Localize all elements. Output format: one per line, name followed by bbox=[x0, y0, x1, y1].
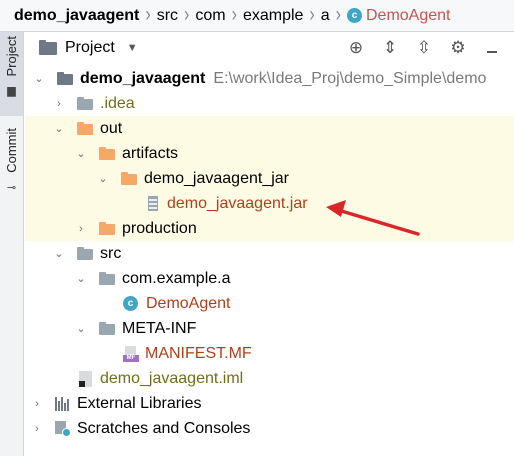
gear-icon[interactable]: ⚙ bbox=[448, 38, 468, 58]
breadcrumb-separator-icon: › bbox=[231, 3, 237, 26]
navigation-breadcrumb: demo_javaagent › src › com › example › a… bbox=[0, 0, 514, 32]
scratches-label: Scratches and Consoles bbox=[77, 419, 251, 437]
package-label: com.example.a bbox=[122, 269, 231, 287]
artifacts-label: artifacts bbox=[122, 144, 179, 162]
chevron-down-icon[interactable]: ⌄ bbox=[75, 322, 87, 335]
chevron-right-icon[interactable]: › bbox=[53, 98, 65, 110]
chevron-right-icon[interactable]: › bbox=[31, 423, 43, 435]
tree-node-artifact-dir[interactable]: ⌄ demo_javaagent_jar bbox=[25, 166, 514, 191]
production-label: production bbox=[122, 219, 197, 237]
chevron-right-icon[interactable]: › bbox=[75, 223, 87, 235]
src-label: src bbox=[100, 244, 122, 262]
tree-node-scratches[interactable]: › Scratches and Consoles bbox=[25, 416, 514, 441]
class-icon: c bbox=[123, 296, 138, 311]
class-icon: c bbox=[346, 7, 362, 23]
external-libraries-label: External Libraries bbox=[77, 394, 202, 412]
chevron-down-icon[interactable]: ⌄ bbox=[53, 122, 65, 135]
tree-node-root[interactable]: ⌄ demo_javaagent E:\work\Idea_Proj\demo_… bbox=[25, 66, 514, 91]
tree-node-out[interactable]: ⌄ out bbox=[25, 116, 514, 141]
scratches-icon bbox=[55, 420, 71, 437]
tree-node-iml[interactable]: demo_javaagent.iml bbox=[25, 366, 514, 391]
iml-label: demo_javaagent.iml bbox=[100, 369, 244, 387]
chevron-down-icon[interactable]: ⌄ bbox=[75, 147, 87, 160]
breadcrumb-com[interactable]: com bbox=[195, 7, 225, 25]
folder-icon: ▆ bbox=[7, 85, 16, 98]
breadcrumb-class[interactable]: c DemoAgent bbox=[346, 6, 451, 25]
chevron-right-icon[interactable]: › bbox=[31, 398, 43, 410]
tree-node-meta-inf[interactable]: ⌄ META-INF bbox=[25, 316, 514, 341]
commit-tool-tab[interactable]: Commit ⊸ bbox=[0, 124, 23, 204]
collapse-all-icon[interactable]: ⇳ bbox=[414, 38, 434, 58]
chevron-down-icon[interactable]: ⌄ bbox=[97, 172, 109, 185]
folder-icon bbox=[77, 97, 93, 110]
module-folder-icon bbox=[57, 72, 73, 85]
tree-node-jar[interactable]: demo_javaagent.jar bbox=[25, 191, 514, 216]
folder-icon bbox=[99, 322, 115, 335]
jar-label: demo_javaagent.jar bbox=[167, 194, 308, 212]
tree-node-package[interactable]: ⌄ com.example.a bbox=[25, 266, 514, 291]
breadcrumb-a[interactable]: a bbox=[321, 7, 330, 25]
breadcrumb-separator-icon: › bbox=[145, 3, 151, 26]
tree-node-idea[interactable]: › .idea bbox=[25, 91, 514, 116]
tool-window-strip: Project ▆ Commit ⊸ bbox=[0, 32, 24, 456]
breadcrumb-separator-icon: › bbox=[309, 3, 315, 26]
tree-node-production[interactable]: › production bbox=[25, 216, 514, 241]
out-label: out bbox=[100, 119, 123, 137]
package-icon bbox=[99, 272, 115, 285]
excluded-folder-icon bbox=[77, 122, 93, 135]
class-label: DemoAgent bbox=[146, 294, 231, 312]
chevron-down-icon[interactable]: ⌄ bbox=[33, 72, 45, 85]
folder-icon bbox=[77, 247, 93, 260]
tree-node-artifacts[interactable]: ⌄ artifacts bbox=[25, 141, 514, 166]
breadcrumb-project[interactable]: demo_javaagent bbox=[14, 7, 139, 25]
library-icon bbox=[55, 396, 71, 411]
breadcrumb-class-label: DemoAgent bbox=[365, 6, 451, 24]
expand-all-icon[interactable]: ⇕ bbox=[380, 38, 400, 58]
meta-inf-label: META-INF bbox=[122, 319, 197, 337]
panel-toolbar: ⊕ ⇕ ⇳ ⚙ bbox=[346, 32, 502, 64]
excluded-folder-icon bbox=[121, 172, 137, 185]
breadcrumb-separator-icon: › bbox=[184, 3, 190, 26]
manifest-file-icon: MF bbox=[123, 345, 139, 362]
tree-node-src[interactable]: ⌄ src bbox=[25, 241, 514, 266]
commit-icon: ⊸ bbox=[6, 181, 17, 194]
artifact-dir-label: demo_javaagent_jar bbox=[144, 169, 289, 187]
root-path: E:\work\Idea_Proj\demo_Simple\demo bbox=[213, 69, 487, 87]
panel-title[interactable]: Project bbox=[65, 39, 115, 57]
project-tool-tab[interactable]: Project ▆ bbox=[0, 32, 23, 116]
project-panel-header: Project ▼ ⊕ ⇕ ⇳ ⚙ bbox=[25, 32, 514, 64]
excluded-folder-icon bbox=[99, 222, 115, 235]
root-label: demo_javaagent bbox=[80, 69, 206, 87]
chevron-down-icon[interactable]: ▼ bbox=[127, 42, 138, 54]
excluded-folder-icon bbox=[99, 147, 115, 160]
minimize-icon[interactable] bbox=[482, 38, 502, 58]
manifest-label: MANIFEST.MF bbox=[145, 344, 252, 362]
commit-tool-tab-label: Commit bbox=[4, 128, 19, 173]
jar-file-icon bbox=[148, 196, 158, 211]
breadcrumb-example[interactable]: example bbox=[243, 7, 303, 25]
locate-icon[interactable]: ⊕ bbox=[346, 38, 366, 58]
breadcrumb-separator-icon: › bbox=[335, 3, 341, 26]
chevron-down-icon[interactable]: ⌄ bbox=[53, 247, 65, 260]
project-folder-icon bbox=[39, 40, 57, 55]
tree-node-external-libraries[interactable]: › External Libraries bbox=[25, 391, 514, 416]
chevron-down-icon[interactable]: ⌄ bbox=[75, 272, 87, 285]
tree-node-manifest[interactable]: MF MANIFEST.MF bbox=[25, 341, 514, 366]
iml-file-icon bbox=[79, 370, 92, 387]
idea-label: .idea bbox=[100, 94, 135, 112]
breadcrumb-src[interactable]: src bbox=[157, 7, 178, 25]
tree-node-class[interactable]: c DemoAgent bbox=[25, 291, 514, 316]
project-tool-tab-label: Project bbox=[4, 36, 19, 77]
